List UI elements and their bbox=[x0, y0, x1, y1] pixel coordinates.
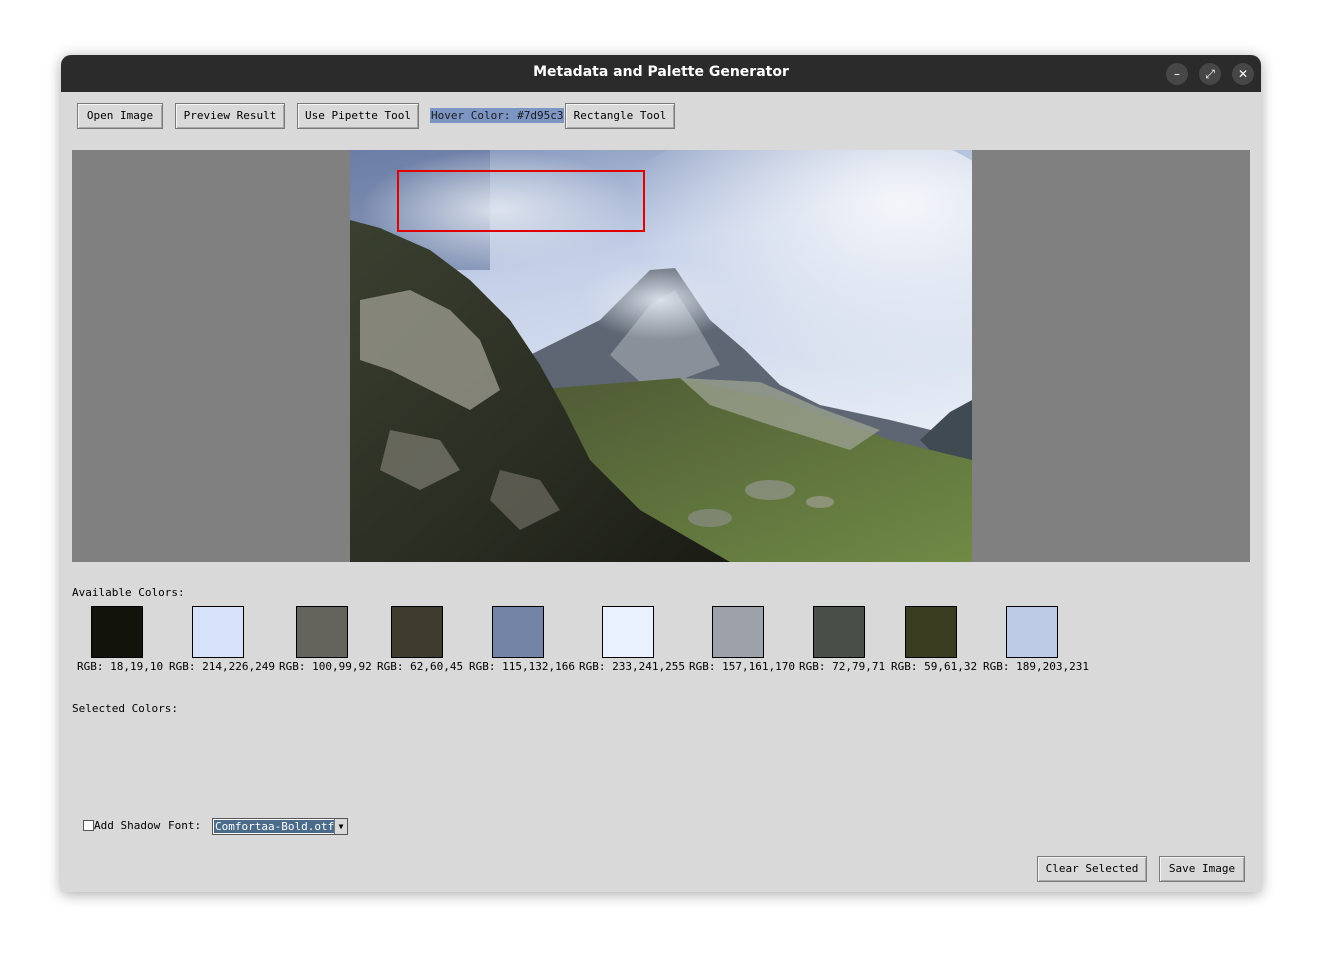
maximize-icon[interactable]: ⤢ bbox=[1199, 63, 1221, 85]
use-pipette-tool-button[interactable]: Use Pipette Tool bbox=[297, 103, 419, 129]
image-canvas[interactable] bbox=[72, 150, 1250, 562]
close-icon[interactable]: ✕ bbox=[1232, 63, 1254, 85]
color-swatch[interactable] bbox=[296, 606, 348, 658]
color-swatch[interactable] bbox=[391, 606, 443, 658]
color-rgb-label: RGB: 72,79,71 bbox=[799, 660, 886, 673]
selected-colors-label: Selected Colors: bbox=[72, 702, 178, 715]
font-label: Font: bbox=[168, 819, 202, 832]
open-image-button[interactable]: Open Image bbox=[77, 103, 163, 129]
app-window: Metadata and Palette Generator – ⤢ ✕ Ope… bbox=[61, 55, 1261, 892]
color-swatch[interactable] bbox=[91, 606, 143, 658]
color-swatch[interactable] bbox=[492, 606, 544, 658]
font-select[interactable]: Comfortaa-Bold.otf ▼ bbox=[212, 818, 348, 835]
title-bar[interactable]: Metadata and Palette Generator – ⤢ ✕ bbox=[61, 55, 1261, 92]
window-title: Metadata and Palette Generator bbox=[533, 64, 789, 80]
hover-color-label: Hover Color: #7d95c3 bbox=[430, 108, 565, 123]
preview-result-button[interactable]: Preview Result bbox=[175, 103, 285, 129]
rectangle-tool-button[interactable]: Rectangle Tool bbox=[565, 103, 675, 129]
color-swatch[interactable] bbox=[712, 606, 764, 658]
color-rgb-label: RGB: 100,99,92 bbox=[279, 660, 372, 673]
chevron-down-icon[interactable]: ▼ bbox=[334, 819, 347, 834]
color-swatch[interactable] bbox=[905, 606, 957, 658]
color-rgb-label: RGB: 62,60,45 bbox=[377, 660, 464, 673]
color-rgb-label: RGB: 189,203,231 bbox=[983, 660, 1089, 673]
minimize-icon[interactable]: – bbox=[1166, 63, 1188, 85]
color-rgb-label: RGB: 214,226,249 bbox=[169, 660, 275, 673]
color-swatch[interactable] bbox=[602, 606, 654, 658]
color-swatch[interactable] bbox=[813, 606, 865, 658]
add-shadow-label: Add Shadow bbox=[94, 819, 161, 832]
clear-selected-button[interactable]: Clear Selected bbox=[1037, 856, 1147, 882]
available-colors-label: Available Colors: bbox=[72, 586, 185, 599]
add-shadow-checkbox[interactable] bbox=[83, 820, 94, 831]
save-image-button[interactable]: Save Image bbox=[1159, 856, 1245, 882]
color-rgb-label: RGB: 115,132,166 bbox=[469, 660, 575, 673]
color-rgb-label: RGB: 157,161,170 bbox=[689, 660, 795, 673]
font-select-value: Comfortaa-Bold.otf bbox=[214, 820, 336, 833]
color-rgb-label: RGB: 59,61,32 bbox=[891, 660, 978, 673]
color-swatch[interactable] bbox=[192, 606, 244, 658]
color-swatch[interactable] bbox=[1006, 606, 1058, 658]
landscape-photo[interactable] bbox=[350, 150, 972, 562]
color-rgb-label: RGB: 233,241,255 bbox=[579, 660, 685, 673]
color-rgb-label: RGB: 18,19,10 bbox=[77, 660, 164, 673]
